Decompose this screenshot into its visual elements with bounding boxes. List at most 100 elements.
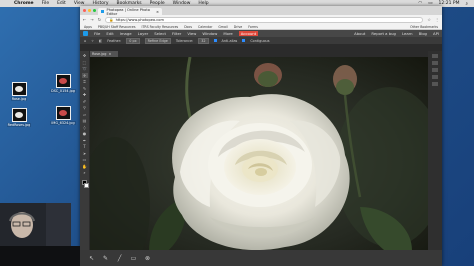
brush-tool-icon[interactable]: ✐ (82, 99, 88, 104)
bookmark-item[interactable]: Docs (184, 25, 192, 29)
bookmark-item[interactable]: ITRS Faculty Resources (142, 25, 179, 29)
tolerance-input[interactable]: 32 (198, 37, 209, 44)
bookmark-item[interactable]: Apps (84, 25, 92, 29)
pp-menu-layer[interactable]: Layer (138, 31, 149, 36)
arrow-tool-icon[interactable]: ↖ (88, 255, 95, 262)
clone-stamp-tool-icon[interactable]: ⚲ (82, 105, 88, 110)
adjustments-panel-button[interactable] (432, 75, 438, 79)
browser-window: Photopea | Online Photo Editor × ← → ↻ 🔒… (80, 6, 442, 266)
pp-menu-select[interactable]: Select (154, 31, 166, 36)
rectangle-icon[interactable]: ▭ (130, 255, 137, 262)
pp-link-about[interactable]: About (354, 31, 365, 36)
bookmark-item[interactable]: Calendar (198, 25, 212, 29)
image-canvas[interactable] (90, 57, 428, 266)
back-icon[interactable]: ← (83, 17, 86, 22)
magic-wand-icon[interactable]: ✧ (81, 72, 88, 78)
bookmark-item[interactable]: Forms (248, 25, 258, 29)
lasso-tool-icon[interactable]: ➰ (82, 66, 88, 71)
eraser-tool-icon[interactable]: ▱ (82, 112, 88, 117)
pencil-icon[interactable]: ✎ (102, 255, 109, 262)
pp-link-blog[interactable]: Blog (419, 31, 427, 36)
browser-tab-title: Photopea | Online Photo Editor (106, 7, 150, 16)
tools-panel: ✥ ⬚ ➰ ✧ ⌗ ✎ ✚ ✐ ⚲ ▱ ▤ ◊ ● ✒ T ➤ ▭ ✋ ⌕ (80, 51, 89, 266)
desktop-file[interactable]: DSC_0154.jpg (50, 74, 76, 93)
menu-edit[interactable]: Edit (57, 1, 66, 6)
address-bar: ← → ↻ 🔒 https://www.photopea.com ☆ ⋮ (80, 15, 442, 24)
bookmark-item[interactable]: Gmail (218, 25, 227, 29)
bookmark-star-icon[interactable]: ☆ (427, 17, 431, 22)
spotlight-icon[interactable]: ⌕ (465, 1, 468, 7)
browser-menu-icon[interactable]: ⋮ (435, 17, 439, 22)
contiguous-checkbox[interactable] (242, 39, 246, 42)
type-tool-icon[interactable]: T (82, 144, 88, 149)
pp-menu-filter[interactable]: Filter (172, 31, 181, 36)
eyedropper-tool-icon[interactable]: ✎ (82, 86, 88, 91)
url-text: https://www.photopea.com (115, 17, 164, 22)
url-input[interactable]: 🔒 https://www.photopea.com (105, 16, 424, 23)
crop-tool-icon[interactable]: ⌗ (82, 79, 88, 84)
photopea-bottom-bar: ↖ ✎ ╱ ▭ ⊗ (80, 250, 442, 266)
blur-tool-icon[interactable]: ◊ (82, 125, 88, 130)
close-tab-icon[interactable]: × (156, 10, 159, 14)
menu-app-name[interactable]: Chrome (14, 1, 34, 6)
browser-tab-bar: Photopea | Online Photo Editor × (80, 6, 442, 16)
forward-icon[interactable]: → (90, 17, 93, 22)
other-bookmarks[interactable]: Other Bookmarks (410, 25, 438, 29)
pen-tool-icon[interactable]: ✒ (82, 138, 88, 143)
dodge-tool-icon[interactable]: ● (82, 131, 88, 136)
photopea-menu-bar: File Edit Image Layer Select Filter View… (80, 30, 442, 37)
zoom-tool-icon[interactable]: ⌕ (82, 170, 88, 175)
collapsed-panels-strip (428, 51, 442, 266)
gradient-tool-icon[interactable]: ▤ (82, 118, 88, 123)
rose-photo (90, 57, 428, 266)
zoom-window-button[interactable] (93, 9, 96, 12)
file-thumbnail (11, 82, 27, 96)
history-panel-button[interactable] (432, 54, 438, 58)
home-icon[interactable]: ⌂ (84, 39, 86, 43)
photopea-favicon-icon (101, 10, 104, 13)
pp-menu-image[interactable]: Image (120, 31, 132, 36)
refine-edge-button[interactable]: Refine Edge (144, 37, 171, 44)
properties-panel-button[interactable] (432, 82, 438, 86)
clear-icon[interactable]: ⊗ (144, 255, 151, 262)
browser-tab[interactable]: Photopea | Online Photo Editor × (98, 7, 162, 16)
pp-link-report-bug[interactable]: Report a bug (371, 31, 396, 36)
pp-menu-window[interactable]: Window (202, 31, 217, 36)
layers-panel-button[interactable] (432, 68, 438, 72)
desktop-file[interactable]: IMG_6324.jpg (50, 106, 76, 125)
swatches-panel-button[interactable] (432, 61, 438, 65)
file-label: Rose.jpg (10, 97, 28, 101)
path-select-tool-icon[interactable]: ➤ (82, 151, 88, 156)
shape-tool-icon[interactable]: ▭ (82, 157, 88, 162)
close-window-button[interactable] (83, 9, 86, 12)
line-icon[interactable]: ╱ (116, 255, 123, 262)
pp-menu-more[interactable]: More (223, 31, 232, 36)
file-label: DSC_0154.jpg (50, 89, 76, 93)
anti-alias-label: Anti-alias (221, 38, 238, 43)
bookmark-item[interactable]: PBS/UH Staff Resources (98, 25, 136, 29)
menu-file[interactable]: File (42, 1, 50, 6)
selection-mode-icon[interactable]: ◧ (99, 39, 102, 43)
pp-link-learn[interactable]: Learn (402, 31, 413, 36)
pp-menu-view[interactable]: View (187, 31, 196, 36)
tool-options-bar: ⌂ ✧ ◧ Feather: 0 px Refine Edge Toleranc… (80, 37, 442, 44)
healing-tool-icon[interactable]: ✚ (82, 92, 88, 97)
reload-icon[interactable]: ↻ (98, 17, 101, 22)
close-document-icon[interactable]: × (108, 52, 111, 56)
feather-input[interactable]: 0 px (126, 37, 140, 44)
desktop-file[interactable]: RedRoses.jpg (6, 108, 32, 127)
marquee-tool-icon[interactable]: ⬚ (82, 60, 88, 65)
minimize-window-button[interactable] (88, 9, 91, 12)
magic-wand-tool-icon: ✧ (91, 38, 94, 43)
file-label: IMG_6324.jpg (50, 121, 76, 125)
desktop-file[interactable]: Rose.jpg (6, 82, 32, 101)
pp-menu-edit[interactable]: Edit (106, 31, 113, 36)
pp-link-api[interactable]: API (433, 31, 439, 36)
pp-menu-file[interactable]: File (94, 31, 100, 36)
move-tool-icon[interactable]: ✥ (82, 53, 88, 58)
anti-alias-checkbox[interactable] (213, 39, 217, 42)
pp-menu-account[interactable]: Account (238, 31, 259, 36)
background-color-swatch[interactable] (83, 183, 89, 188)
bookmark-item[interactable]: Drive (234, 25, 243, 29)
hand-tool-icon[interactable]: ✋ (82, 164, 88, 169)
